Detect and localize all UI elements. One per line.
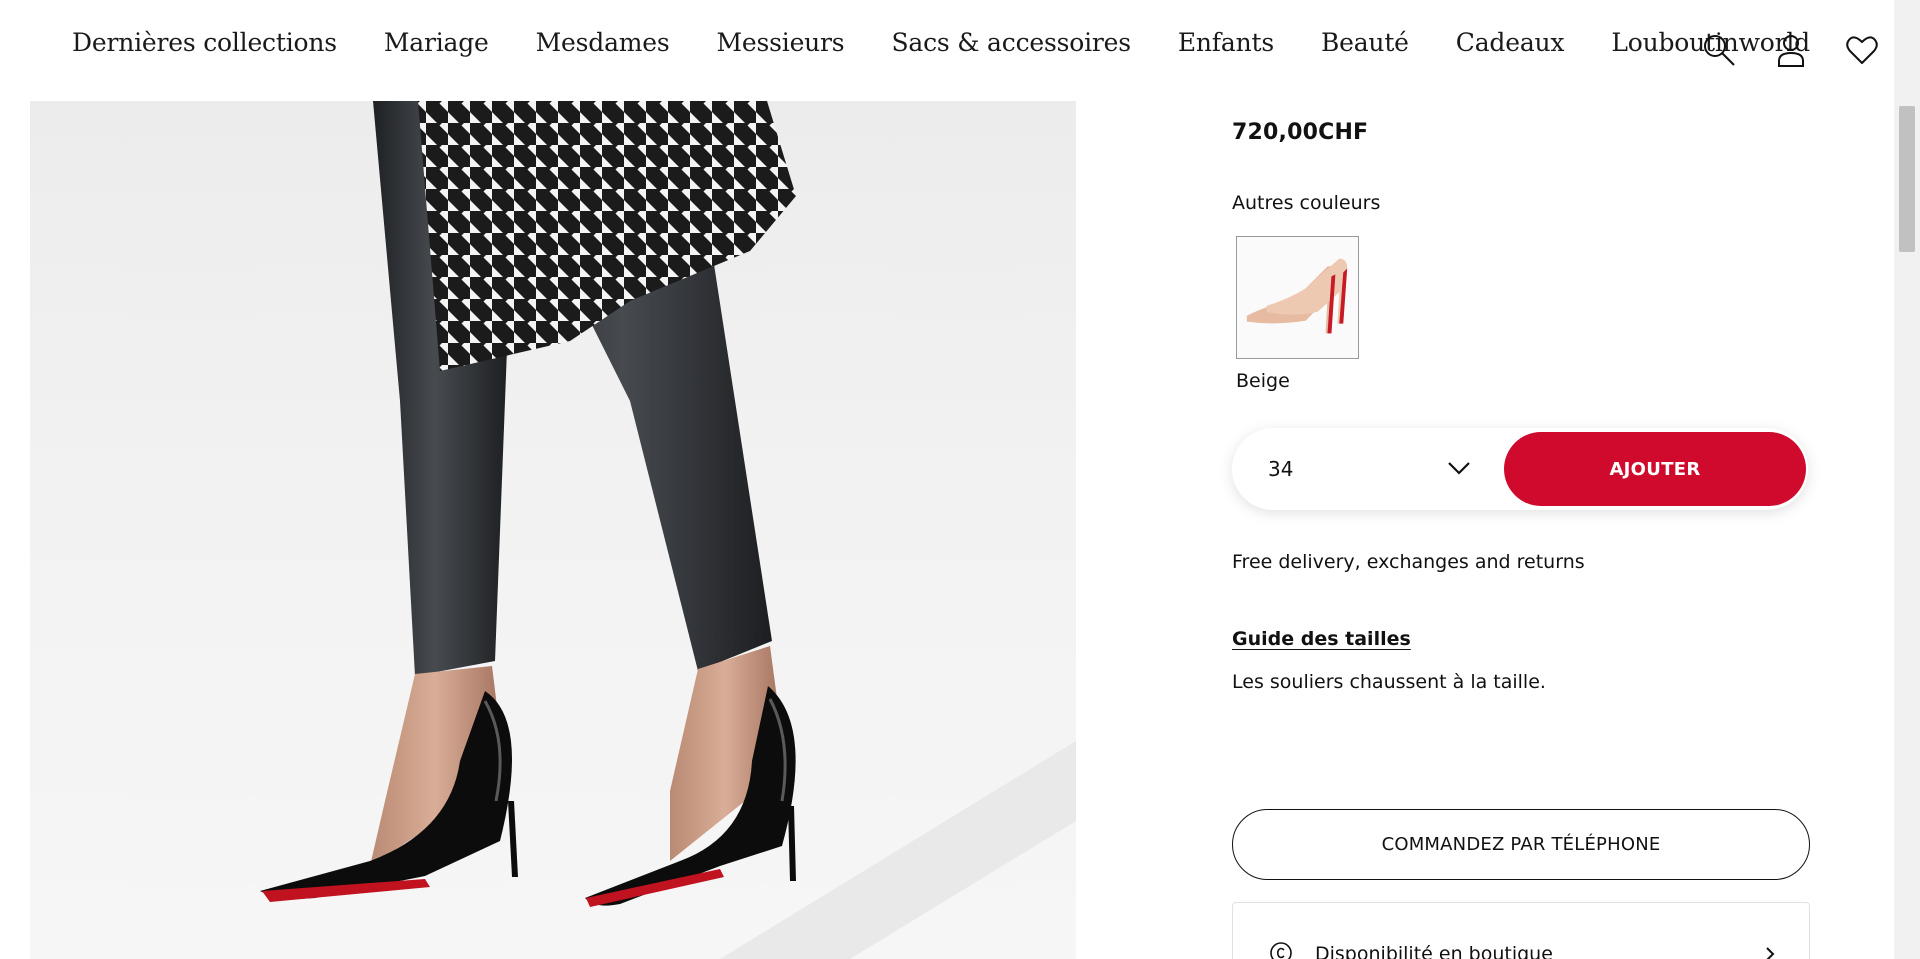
nav-item-mesdames[interactable]: Mesdames bbox=[536, 28, 670, 57]
chevron-down-icon bbox=[1446, 457, 1472, 479]
store-availability-row[interactable]: Disponibilité en boutique bbox=[1232, 902, 1810, 959]
beige-pump-thumbnail bbox=[1246, 258, 1348, 334]
nav-item-cadeaux[interactable]: Cadeaux bbox=[1456, 28, 1565, 57]
selected-size: 34 bbox=[1268, 457, 1294, 481]
scrollbar-thumb[interactable] bbox=[1899, 106, 1915, 252]
purchase-bar: 34 AJOUTER bbox=[1232, 428, 1808, 510]
color-swatch-label: Beige bbox=[1236, 370, 1290, 392]
nav-item-mariage[interactable]: Mariage bbox=[384, 28, 489, 57]
delivery-info: Free delivery, exchanges and returns bbox=[1232, 551, 1585, 573]
nav-item-sacs-accessoires[interactable]: Sacs & accessoires bbox=[891, 28, 1131, 57]
fit-note: Les souliers chaussent à la taille. bbox=[1232, 671, 1546, 693]
add-to-cart-button[interactable]: AJOUTER bbox=[1504, 432, 1806, 506]
store-availability-label: Disponibilité en boutique bbox=[1315, 943, 1553, 959]
other-colors-heading: Autres couleurs bbox=[1232, 192, 1381, 214]
nav-item-dernieres-collections[interactable]: Dernières collections bbox=[72, 28, 337, 57]
wishlist-heart-icon[interactable] bbox=[1844, 32, 1880, 68]
model-wearing-pumps-image bbox=[260, 101, 1076, 959]
chevron-right-icon bbox=[1763, 945, 1777, 959]
product-price: 720,00CHF bbox=[1232, 120, 1369, 145]
store-icon bbox=[1269, 941, 1293, 959]
search-icon[interactable] bbox=[1701, 32, 1737, 68]
nav-item-beaute[interactable]: Beauté bbox=[1321, 28, 1409, 57]
main-menu: Dernières collections Mariage Mesdames M… bbox=[72, 28, 1810, 57]
order-by-phone-button[interactable]: COMMANDEZ PAR TÉLÉPHONE bbox=[1232, 809, 1810, 880]
color-swatch-beige[interactable] bbox=[1236, 236, 1359, 359]
size-select[interactable]: 34 bbox=[1232, 428, 1504, 510]
top-navigation: Dernières collections Mariage Mesdames M… bbox=[0, 0, 1894, 101]
page-scrollbar[interactable] bbox=[1894, 0, 1920, 959]
size-guide-link[interactable]: Guide des tailles bbox=[1232, 628, 1411, 650]
nav-item-enfants[interactable]: Enfants bbox=[1178, 28, 1274, 57]
product-photo[interactable] bbox=[30, 101, 1076, 959]
nav-item-messieurs[interactable]: Messieurs bbox=[717, 28, 845, 57]
account-icon[interactable] bbox=[1773, 32, 1809, 68]
